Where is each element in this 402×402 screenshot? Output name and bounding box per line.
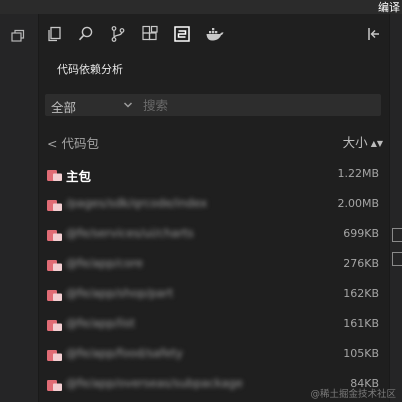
collapse-panel-icon[interactable] bbox=[365, 25, 383, 43]
package-icon bbox=[47, 230, 62, 241]
sort-arrows-icon: ▲▼ bbox=[370, 139, 383, 148]
package-name: @fe/services/ui/charts bbox=[66, 226, 194, 240]
package-size: 276KB bbox=[343, 257, 379, 270]
package-row[interactable]: @fe/services/ui/charts 699KB bbox=[39, 220, 389, 250]
copy-icon[interactable] bbox=[45, 25, 63, 43]
package-icon bbox=[47, 200, 62, 211]
package-icon bbox=[47, 290, 62, 301]
package-name: @fe/app/overseas/subpackage bbox=[66, 376, 243, 390]
package-name: /pages/sdk/qrcode/index bbox=[66, 196, 208, 210]
package-name: 主包 bbox=[66, 169, 92, 184]
package-size: 1.22MB bbox=[337, 167, 379, 180]
source-control-icon[interactable] bbox=[109, 25, 127, 43]
package-name: @fe/app/food/safety bbox=[66, 346, 183, 360]
package-icon bbox=[47, 260, 62, 271]
package-icon bbox=[47, 380, 62, 391]
package-icon bbox=[47, 350, 62, 361]
dependency-analysis-panel: 代码依赖分析 全部 < 代码包 大小▲▼ 主包 1.22MB/pages/sdk/… bbox=[39, 14, 389, 402]
extensions-icon[interactable] bbox=[141, 25, 159, 43]
restore-window-icon[interactable] bbox=[10, 28, 26, 44]
package-size: 161KB bbox=[343, 317, 379, 330]
filter-bar: 全部 bbox=[45, 94, 381, 116]
dependency-analysis-icon[interactable] bbox=[173, 25, 191, 43]
package-size: 2.00MB bbox=[337, 197, 379, 210]
package-size: 699KB bbox=[343, 227, 379, 240]
package-size: 105KB bbox=[343, 347, 379, 360]
breadcrumb-back-link[interactable]: < 代码包 bbox=[47, 133, 99, 152]
sort-label: 大小 bbox=[342, 135, 368, 150]
edge-tab[interactable] bbox=[392, 252, 402, 266]
package-size: 162KB bbox=[343, 287, 379, 300]
package-row[interactable]: 主包 1.22MB bbox=[39, 160, 389, 190]
filter-dropdown[interactable]: 全部 bbox=[51, 97, 76, 116]
panel-toolbar bbox=[39, 14, 389, 54]
package-row[interactable]: @fe/app/list 161KB bbox=[39, 310, 389, 340]
package-list: 主包 1.22MB/pages/sdk/qrcode/index 2.00MB @fe… bbox=[39, 160, 389, 400]
package-name: @fe/app/shop/part bbox=[66, 286, 174, 300]
search-icon[interactable] bbox=[77, 25, 95, 43]
panel-title: 代码依赖分析 bbox=[57, 63, 123, 76]
window-title: 编译 bbox=[378, 1, 400, 14]
chevron-down-icon[interactable] bbox=[123, 100, 133, 110]
sort-by-size-button[interactable]: 大小 ▲▼ bbox=[343, 132, 383, 151]
left-side-strip bbox=[0, 14, 39, 402]
package-row[interactable]: /pages/sdk/qrcode/index 2.00MB bbox=[39, 190, 389, 220]
watermark: @稀土掘金技术社区 bbox=[310, 389, 396, 400]
package-icon bbox=[47, 320, 62, 331]
package-row[interactable]: @fe/app/food/safety 105KB bbox=[39, 340, 389, 370]
package-name: @fe/app/list bbox=[66, 316, 135, 330]
package-row[interactable]: @fe/app/shop/part 162KB bbox=[39, 280, 389, 310]
right-side-strip bbox=[389, 14, 402, 402]
package-row[interactable]: @fe/app/core 276KB bbox=[39, 250, 389, 280]
search-input[interactable] bbox=[143, 94, 373, 116]
title-bar: 编译 bbox=[0, 0, 402, 14]
edge-tab[interactable] bbox=[392, 228, 402, 242]
package-name: @fe/app/core bbox=[66, 256, 143, 270]
docker-icon[interactable] bbox=[205, 25, 225, 43]
package-icon bbox=[47, 170, 62, 181]
